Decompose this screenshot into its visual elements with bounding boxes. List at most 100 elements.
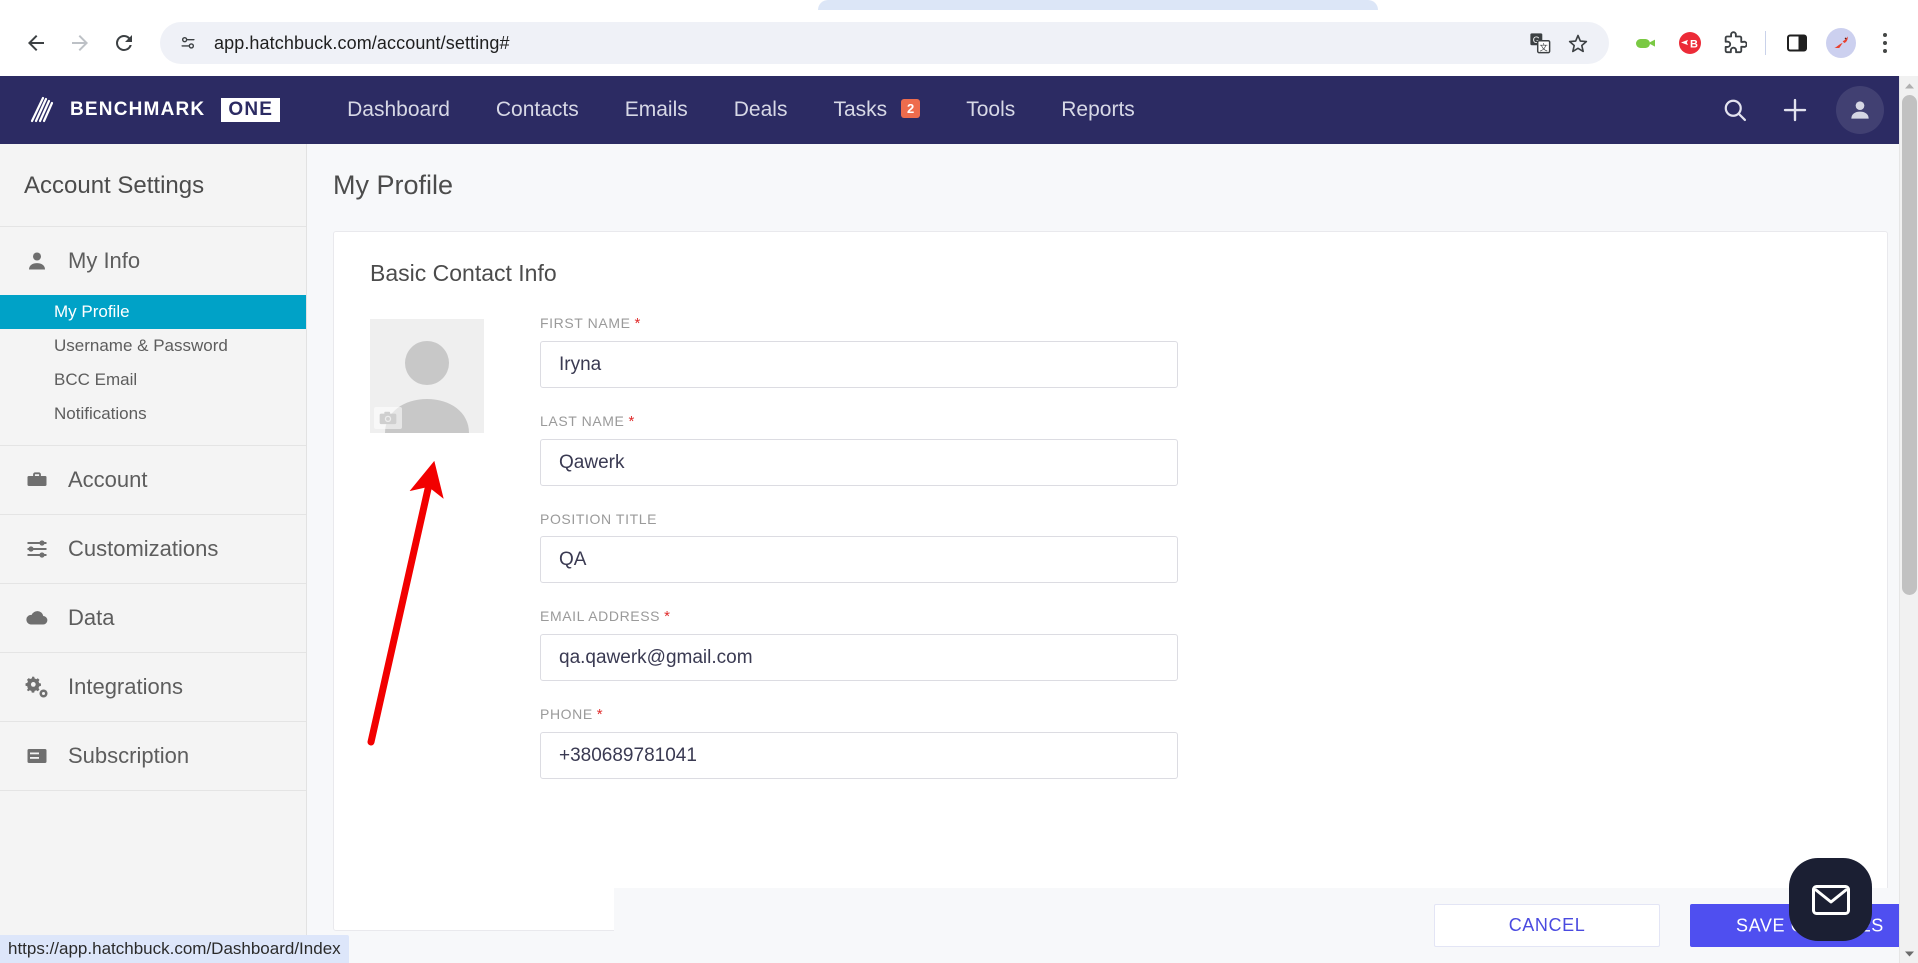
basic-contact-info-card: Basic Contact Info — [333, 231, 1888, 931]
sidebar-item-username-password[interactable]: Username & Password — [0, 329, 306, 363]
tab-strip — [0, 0, 1918, 10]
svg-text:B: B — [1690, 39, 1698, 51]
profile-avatar-icon[interactable] — [1822, 24, 1860, 62]
sidebar-subitem-label: Username & Password — [54, 336, 228, 355]
chrome-menu-icon[interactable] — [1866, 24, 1904, 62]
active-tab-edge[interactable] — [818, 0, 1378, 10]
fields-column: FIRST NAME* Iryna LAST NAME * Qawerk — [540, 315, 1180, 804]
reload-icon[interactable] — [102, 21, 146, 65]
site-info-icon[interactable] — [174, 29, 202, 57]
account-avatar-icon[interactable] — [1836, 86, 1884, 134]
extensions-puzzle-icon[interactable] — [1715, 24, 1753, 62]
sidebar-subitem-label: My Profile — [54, 302, 130, 321]
url-text: app.hatchbuck.com/account/setting# — [214, 33, 510, 54]
field-label-text: EMAIL ADDRESS — [540, 608, 660, 624]
nav-item-label: Dashboard — [347, 98, 450, 121]
first-name-input[interactable]: Iryna — [540, 341, 1178, 388]
sidebar-group-customizations: Customizations — [0, 515, 306, 584]
sidebar-item-label: Data — [68, 605, 114, 631]
field-email-address: EMAIL ADDRESS* qa.qawerk@gmail.com — [540, 608, 1180, 681]
position-title-input[interactable]: QA — [540, 536, 1178, 583]
add-plus-icon[interactable] — [1776, 91, 1814, 129]
sliders-icon — [24, 536, 50, 562]
messenger-button[interactable] — [1789, 858, 1872, 941]
forward-icon[interactable] — [58, 21, 102, 65]
app-nav-items: Dashboard Contacts Emails Deals Tasks 2 … — [324, 98, 1158, 122]
nav-item-contacts[interactable]: Contacts — [473, 98, 602, 122]
address-bar[interactable]: app.hatchbuck.com/account/setting# G 文 — [160, 22, 1609, 64]
search-icon[interactable] — [1716, 91, 1754, 129]
logo-badge: ONE — [221, 98, 280, 122]
translate-icon[interactable]: G 文 — [1523, 26, 1557, 60]
side-panel-icon[interactable] — [1778, 24, 1816, 62]
sidebar-group-data: Data — [0, 584, 306, 653]
cancel-button[interactable]: CANCEL — [1434, 904, 1660, 947]
sidebar-item-label: Account — [68, 467, 148, 493]
nav-item-deals[interactable]: Deals — [711, 98, 811, 122]
sidebar-item-bcc-email[interactable]: BCC Email — [0, 363, 306, 397]
sidebar-item-subscription[interactable]: Subscription — [0, 722, 306, 790]
nav-item-label: Contacts — [496, 98, 579, 121]
field-label: FIRST NAME* — [540, 315, 1180, 332]
sidebar-item-data[interactable]: Data — [0, 584, 306, 652]
profile-photo[interactable] — [370, 319, 484, 433]
nav-item-tasks[interactable]: Tasks 2 — [810, 98, 943, 122]
logo-mark-icon — [26, 93, 60, 127]
nav-item-label: Reports — [1061, 98, 1135, 121]
nav-item-label: Deals — [734, 98, 788, 121]
sidebar-group-account: Account — [0, 446, 306, 515]
sidebar-item-label: My Info — [68, 248, 140, 274]
sidebar-group-integrations: Integrations — [0, 653, 306, 722]
nav-item-reports[interactable]: Reports — [1038, 98, 1158, 122]
sidebar-item-customizations[interactable]: Customizations — [0, 515, 306, 583]
required-asterisk: * — [664, 608, 670, 625]
sidebar-group-subscription: Subscription — [0, 722, 306, 791]
field-label-text: PHONE — [540, 706, 593, 722]
phone-input[interactable]: +380689781041 — [540, 732, 1178, 779]
sidebar-item-my-info[interactable]: My Info — [0, 227, 306, 295]
page-viewport: BENCHMARK ONE Dashboard Contacts Emails … — [0, 76, 1918, 963]
sidebar-item-integrations[interactable]: Integrations — [0, 653, 306, 721]
page-title: My Profile — [307, 144, 1918, 201]
field-position-title: POSITION TITLE QA — [540, 511, 1180, 583]
field-label-text: LAST NAME — [540, 413, 625, 429]
scroll-up-arrow-icon[interactable] — [1900, 76, 1918, 95]
benchmarkone-extension-icon[interactable]: B — [1671, 24, 1709, 62]
sidebar-title: Account Settings — [0, 144, 306, 227]
sidebar-item-notifications[interactable]: Notifications — [0, 397, 306, 431]
email-address-input[interactable]: qa.qawerk@gmail.com — [540, 634, 1178, 681]
sidebar-item-my-profile[interactable]: My Profile — [0, 295, 306, 329]
nav-item-emails[interactable]: Emails — [602, 98, 711, 122]
field-label: PHONE* — [540, 706, 1180, 723]
bookmark-star-icon[interactable] — [1561, 26, 1595, 60]
nav-item-label: Tools — [966, 98, 1015, 121]
benchmarkone-logo[interactable]: BENCHMARK ONE — [26, 93, 280, 127]
form-action-bar: CANCEL SAVE CHANGES — [614, 888, 1918, 963]
back-icon[interactable] — [14, 21, 58, 65]
card-icon — [24, 743, 50, 769]
nav-item-tools[interactable]: Tools — [943, 98, 1038, 122]
person-icon — [24, 248, 50, 274]
scrollbar-thumb[interactable] — [1902, 95, 1917, 595]
nav-item-dashboard[interactable]: Dashboard — [324, 98, 473, 122]
sidebar-group-my-info: My Info My Profile Username & Password B… — [0, 227, 306, 446]
main-content: My Profile Basic Contact Info — [307, 144, 1918, 963]
last-name-input[interactable]: Qawerk — [540, 439, 1178, 486]
sidebar-subitem-label: BCC Email — [54, 370, 137, 389]
browser-window: app.hatchbuck.com/account/setting# G 文 — [0, 0, 1918, 963]
sidebar-item-account[interactable]: Account — [0, 446, 306, 514]
field-label: EMAIL ADDRESS* — [540, 608, 1180, 625]
settings-sidebar: Account Settings My Info — [0, 144, 307, 963]
required-asterisk: * — [597, 706, 603, 723]
screen-recorder-icon[interactable] — [1627, 24, 1665, 62]
toolbar-divider — [1765, 31, 1766, 55]
sidebar-subitems-my-info: My Profile Username & Password BCC Email… — [0, 295, 306, 445]
profile-form: FIRST NAME* Iryna LAST NAME * Qawerk — [370, 315, 1851, 804]
page-scrollbar[interactable] — [1899, 76, 1918, 963]
camera-icon[interactable] — [374, 407, 402, 429]
field-label-text: POSITION TITLE — [540, 511, 657, 527]
required-asterisk: * — [635, 315, 641, 332]
app-nav-actions — [1716, 86, 1918, 134]
photo-column — [370, 315, 510, 433]
scroll-down-arrow-icon[interactable] — [1900, 944, 1918, 963]
